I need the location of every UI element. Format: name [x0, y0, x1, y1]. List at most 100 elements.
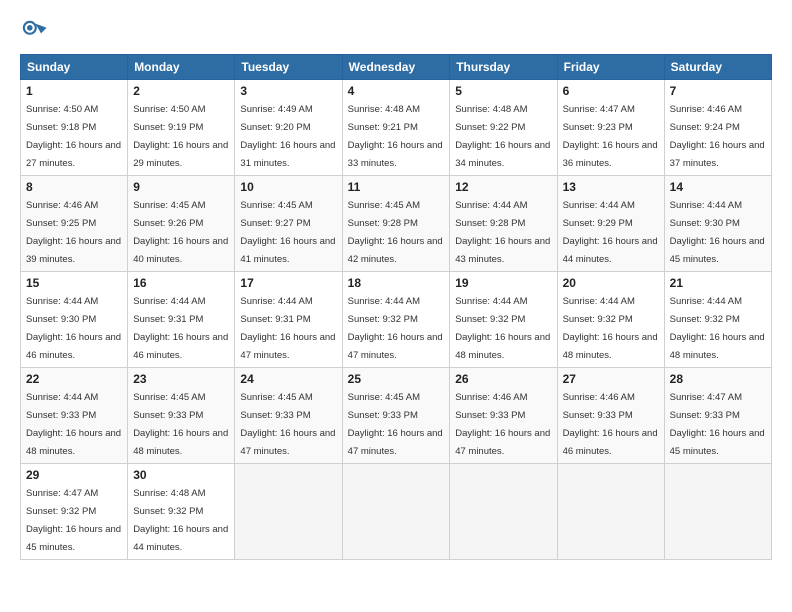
calendar-day-cell: 19Sunrise: 4:44 AMSunset: 9:32 PMDayligh… [450, 272, 557, 368]
day-info: Sunrise: 4:44 AMSunset: 9:30 PMDaylight:… [670, 200, 765, 265]
calendar-header-row: SundayMondayTuesdayWednesdayThursdayFrid… [21, 55, 772, 80]
page-header [20, 18, 772, 46]
day-header: Saturday [664, 55, 771, 80]
day-number: 25 [348, 372, 445, 386]
calendar-day-cell: 12Sunrise: 4:44 AMSunset: 9:28 PMDayligh… [450, 176, 557, 272]
day-number: 18 [348, 276, 445, 290]
day-header: Tuesday [235, 55, 342, 80]
day-info: Sunrise: 4:46 AMSunset: 9:33 PMDaylight:… [563, 392, 658, 457]
calendar-day-cell: 29 Sunrise: 4:47 AMSunset: 9:32 PMDayligh… [21, 464, 128, 560]
day-info: Sunrise: 4:45 AMSunset: 9:28 PMDaylight:… [348, 200, 443, 265]
calendar-day-cell [450, 464, 557, 560]
day-number: 8 [26, 180, 122, 194]
calendar-day-cell: 21Sunrise: 4:44 AMSunset: 9:32 PMDayligh… [664, 272, 771, 368]
day-info: Sunrise: 4:48 AMSunset: 9:21 PMDaylight:… [348, 104, 443, 169]
calendar-day-cell: 16Sunrise: 4:44 AMSunset: 9:31 PMDayligh… [128, 272, 235, 368]
day-info: Sunrise: 4:50 AMSunset: 9:18 PMDaylight:… [26, 104, 121, 169]
day-info: Sunrise: 4:47 AMSunset: 9:23 PMDaylight:… [563, 104, 658, 169]
logo-icon [20, 18, 48, 46]
day-header: Friday [557, 55, 664, 80]
calendar-day-cell: 26 Sunrise: 4:46 AMSunset: 9:33 PMDayligh… [450, 368, 557, 464]
day-info: Sunrise: 4:48 AMSunset: 9:22 PMDaylight:… [455, 104, 550, 169]
calendar-day-cell: 24 Sunrise: 4:45 AMSunset: 9:33 PMDayligh… [235, 368, 342, 464]
calendar-week-row: 22 Sunrise: 4:44 AMSunset: 9:33 PMDayligh… [21, 368, 772, 464]
day-number: 22 [26, 372, 122, 386]
calendar-day-cell: 14 Sunrise: 4:44 AMSunset: 9:30 PMDayligh… [664, 176, 771, 272]
day-info: Sunrise: 4:47 AMSunset: 9:32 PMDaylight:… [26, 488, 121, 553]
day-info: Sunrise: 4:45 AMSunset: 9:33 PMDaylight:… [133, 392, 228, 457]
calendar-day-cell: 7 Sunrise: 4:46 AMSunset: 9:24 PMDaylight… [664, 80, 771, 176]
calendar-day-cell [557, 464, 664, 560]
day-info: Sunrise: 4:45 AMSunset: 9:33 PMDaylight:… [348, 392, 443, 457]
day-header: Sunday [21, 55, 128, 80]
day-number: 26 [455, 372, 551, 386]
day-number: 3 [240, 84, 336, 98]
day-info: Sunrise: 4:45 AMSunset: 9:33 PMDaylight:… [240, 392, 335, 457]
calendar-day-cell: 6 Sunrise: 4:47 AMSunset: 9:23 PMDaylight… [557, 80, 664, 176]
calendar-day-cell: 20 Sunrise: 4:44 AMSunset: 9:32 PMDayligh… [557, 272, 664, 368]
day-info: Sunrise: 4:46 AMSunset: 9:33 PMDaylight:… [455, 392, 550, 457]
day-number: 28 [670, 372, 766, 386]
calendar-day-cell: 11 Sunrise: 4:45 AMSunset: 9:28 PMDayligh… [342, 176, 450, 272]
day-number: 17 [240, 276, 336, 290]
logo [20, 18, 52, 46]
day-info: Sunrise: 4:44 AMSunset: 9:29 PMDaylight:… [563, 200, 658, 265]
day-info: Sunrise: 4:48 AMSunset: 9:32 PMDaylight:… [133, 488, 228, 553]
day-number: 11 [348, 180, 445, 194]
calendar-day-cell [664, 464, 771, 560]
calendar-day-cell: 18 Sunrise: 4:44 AMSunset: 9:32 PMDayligh… [342, 272, 450, 368]
calendar-day-cell: 3 Sunrise: 4:49 AMSunset: 9:20 PMDaylight… [235, 80, 342, 176]
calendar-table: SundayMondayTuesdayWednesdayThursdayFrid… [20, 54, 772, 560]
day-info: Sunrise: 4:44 AMSunset: 9:32 PMDaylight:… [563, 296, 658, 361]
day-number: 4 [348, 84, 445, 98]
calendar-day-cell: 8 Sunrise: 4:46 AMSunset: 9:25 PMDaylight… [21, 176, 128, 272]
day-info: Sunrise: 4:49 AMSunset: 9:20 PMDaylight:… [240, 104, 335, 169]
day-info: Sunrise: 4:44 AMSunset: 9:32 PMDaylight:… [348, 296, 443, 361]
day-info: Sunrise: 4:45 AMSunset: 9:26 PMDaylight:… [133, 200, 228, 265]
day-number: 5 [455, 84, 551, 98]
day-info: Sunrise: 4:44 AMSunset: 9:28 PMDaylight:… [455, 200, 550, 265]
day-info: Sunrise: 4:47 AMSunset: 9:33 PMDaylight:… [670, 392, 765, 457]
day-number: 20 [563, 276, 659, 290]
day-number: 30 [133, 468, 229, 482]
calendar-day-cell: 1 Sunrise: 4:50 AMSunset: 9:18 PMDaylight… [21, 80, 128, 176]
calendar-day-cell: 15Sunrise: 4:44 AMSunset: 9:30 PMDayligh… [21, 272, 128, 368]
calendar-day-cell: 13 Sunrise: 4:44 AMSunset: 9:29 PMDayligh… [557, 176, 664, 272]
day-info: Sunrise: 4:46 AMSunset: 9:24 PMDaylight:… [670, 104, 765, 169]
day-number: 1 [26, 84, 122, 98]
calendar-week-row: 8 Sunrise: 4:46 AMSunset: 9:25 PMDaylight… [21, 176, 772, 272]
calendar-day-cell: 23 Sunrise: 4:45 AMSunset: 9:33 PMDayligh… [128, 368, 235, 464]
calendar-week-row: 15Sunrise: 4:44 AMSunset: 9:30 PMDayligh… [21, 272, 772, 368]
day-header: Wednesday [342, 55, 450, 80]
day-number: 21 [670, 276, 766, 290]
day-header: Thursday [450, 55, 557, 80]
day-number: 7 [670, 84, 766, 98]
day-number: 16 [133, 276, 229, 290]
day-info: Sunrise: 4:44 AMSunset: 9:31 PMDaylight:… [240, 296, 335, 361]
calendar-week-row: 1 Sunrise: 4:50 AMSunset: 9:18 PMDaylight… [21, 80, 772, 176]
day-info: Sunrise: 4:45 AMSunset: 9:27 PMDaylight:… [240, 200, 335, 265]
day-number: 10 [240, 180, 336, 194]
day-number: 9 [133, 180, 229, 194]
calendar-day-cell: 25 Sunrise: 4:45 AMSunset: 9:33 PMDayligh… [342, 368, 450, 464]
day-info: Sunrise: 4:46 AMSunset: 9:25 PMDaylight:… [26, 200, 121, 265]
day-info: Sunrise: 4:44 AMSunset: 9:33 PMDaylight:… [26, 392, 121, 457]
day-number: 13 [563, 180, 659, 194]
day-number: 24 [240, 372, 336, 386]
day-number: 29 [26, 468, 122, 482]
calendar-day-cell: 4 Sunrise: 4:48 AMSunset: 9:21 PMDaylight… [342, 80, 450, 176]
day-number: 15 [26, 276, 122, 290]
calendar-day-cell: 5 Sunrise: 4:48 AMSunset: 9:22 PMDaylight… [450, 80, 557, 176]
day-number: 23 [133, 372, 229, 386]
calendar-body: 1 Sunrise: 4:50 AMSunset: 9:18 PMDaylight… [21, 80, 772, 560]
calendar-day-cell: 27Sunrise: 4:46 AMSunset: 9:33 PMDayligh… [557, 368, 664, 464]
calendar-day-cell [235, 464, 342, 560]
day-number: 6 [563, 84, 659, 98]
calendar-day-cell: 2Sunrise: 4:50 AMSunset: 9:19 PMDaylight… [128, 80, 235, 176]
day-number: 2 [133, 84, 229, 98]
calendar-day-cell: 28 Sunrise: 4:47 AMSunset: 9:33 PMDayligh… [664, 368, 771, 464]
day-info: Sunrise: 4:44 AMSunset: 9:32 PMDaylight:… [455, 296, 550, 361]
calendar-day-cell: 22 Sunrise: 4:44 AMSunset: 9:33 PMDayligh… [21, 368, 128, 464]
day-number: 14 [670, 180, 766, 194]
calendar-day-cell: 10 Sunrise: 4:45 AMSunset: 9:27 PMDayligh… [235, 176, 342, 272]
